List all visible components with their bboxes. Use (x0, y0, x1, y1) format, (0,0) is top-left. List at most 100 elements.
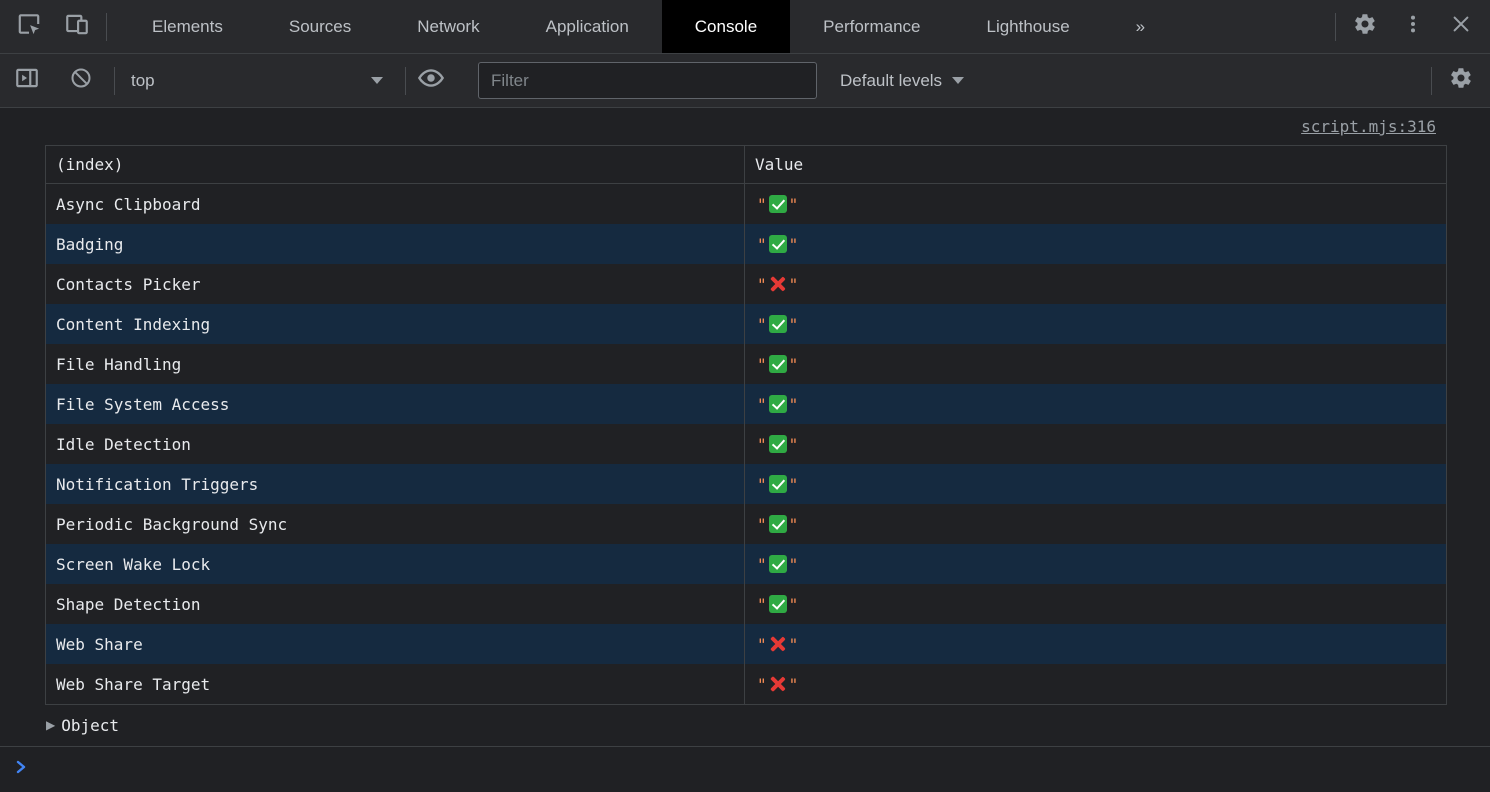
tab-lighthouse[interactable]: Lighthouse (953, 0, 1102, 53)
index-cell: Idle Detection (46, 424, 745, 464)
string-quote: " (757, 555, 767, 574)
clear-console-button[interactable] (64, 64, 98, 98)
index-cell: Badging (46, 224, 745, 264)
table-header-value[interactable]: Value (745, 146, 1446, 183)
value-cell: "" (745, 384, 1446, 424)
check-icon (769, 195, 787, 213)
index-cell: Notification Triggers (46, 464, 745, 504)
string-quote: " (789, 195, 799, 214)
tab-sources[interactable]: Sources (256, 0, 384, 53)
index-cell: Shape Detection (46, 584, 745, 624)
inspect-element-button[interactable] (12, 10, 46, 44)
value-cell: "" (745, 504, 1446, 544)
value-cell: "" (745, 264, 1446, 304)
gear-icon (1449, 66, 1473, 95)
tab-bar-right-controls (1323, 10, 1490, 44)
device-toolbar-icon (64, 11, 90, 42)
tab-application[interactable]: Application (513, 0, 662, 53)
check-icon (769, 435, 787, 453)
console-sidebar-toggle-button[interactable] (10, 64, 44, 98)
tab-network[interactable]: Network (384, 0, 512, 53)
log-levels-label: Default levels (840, 71, 942, 91)
console-messages: script.mjs:316 (index)Value Async Clipbo… (0, 108, 1490, 746)
string-quote: " (789, 235, 799, 254)
string-quote: " (757, 635, 767, 654)
string-quote: " (789, 595, 799, 614)
close-devtools-button[interactable] (1444, 10, 1478, 44)
table-row: Idle Detection"" (46, 424, 1446, 464)
string-quote: " (757, 515, 767, 534)
tab-strip: ElementsSourcesNetworkApplicationConsole… (119, 0, 1178, 53)
log-levels-dropdown[interactable]: Default levels (834, 71, 970, 91)
tab-performance[interactable]: Performance (790, 0, 953, 53)
more-options-button[interactable] (1396, 10, 1430, 44)
gear-icon (1353, 12, 1377, 41)
value-cell: "" (745, 304, 1446, 344)
string-quote: " (789, 435, 799, 454)
filter-input[interactable] (478, 62, 817, 99)
devtools-settings-button[interactable] (1348, 10, 1382, 44)
table-row: Shape Detection"" (46, 584, 1446, 624)
string-quote: " (789, 275, 799, 294)
check-icon (769, 515, 787, 533)
chevron-down-icon (371, 77, 383, 84)
value-cell: "" (745, 184, 1446, 224)
source-link[interactable]: script.mjs:316 (1301, 117, 1436, 136)
index-cell: File Handling (46, 344, 745, 384)
value-cell: "" (745, 344, 1446, 384)
live-expression-button[interactable] (414, 64, 448, 98)
index-cell: Screen Wake Lock (46, 544, 745, 584)
context-selector-dropdown[interactable]: top (121, 71, 397, 91)
string-quote: " (789, 475, 799, 494)
index-cell: File System Access (46, 384, 745, 424)
string-quote: " (757, 355, 767, 374)
string-quote: " (789, 315, 799, 334)
toggle-device-toolbar-button[interactable] (60, 10, 94, 44)
value-cell: "" (745, 624, 1446, 664)
object-label: Object (61, 716, 119, 735)
console-prompt[interactable] (0, 746, 1490, 792)
tab-console[interactable]: Console (662, 0, 790, 53)
index-cell: Content Indexing (46, 304, 745, 344)
check-icon (769, 595, 787, 613)
close-icon (1450, 13, 1472, 40)
string-quote: " (757, 275, 767, 294)
toolbar-separator (114, 67, 115, 95)
expand-triangle-icon[interactable]: ▶ (46, 718, 55, 732)
table-row: Notification Triggers"" (46, 464, 1446, 504)
string-quote: " (789, 395, 799, 414)
context-selector-label: top (131, 71, 155, 91)
check-icon (769, 235, 787, 253)
table-row: Periodic Background Sync"" (46, 504, 1446, 544)
tab-elements[interactable]: Elements (119, 0, 256, 53)
console-toolbar: top Default levels (0, 54, 1490, 108)
clear-console-icon (69, 66, 93, 95)
value-cell: "" (745, 664, 1446, 704)
inspect-cursor-icon (16, 11, 42, 42)
index-cell: Contacts Picker (46, 264, 745, 304)
more-tabs-chevron[interactable]: » (1103, 0, 1178, 53)
table-header-row: (index)Value (46, 146, 1446, 184)
table-row: Screen Wake Lock " " (46, 544, 1446, 584)
table-row: Async Clipboard"" (46, 184, 1446, 224)
value-cell: "" (745, 424, 1446, 464)
check-icon (769, 355, 787, 373)
toolbar-separator (1335, 13, 1336, 41)
table-header-index[interactable]: (index) (46, 146, 745, 183)
toolbar-separator (405, 67, 406, 95)
check-icon (769, 315, 787, 333)
string-quote: " (789, 635, 799, 654)
table-row: Content Indexing"" (46, 304, 1446, 344)
string-quote: " (789, 675, 799, 694)
console-settings-button[interactable] (1444, 64, 1478, 98)
string-quote: " (789, 555, 799, 574)
index-cell: Periodic Background Sync (46, 504, 745, 544)
kebab-menu-icon (1402, 13, 1424, 40)
table-row: Web Share Target"" (46, 664, 1446, 704)
console-toolbar-right (1419, 64, 1490, 98)
string-quote: " (757, 235, 767, 254)
object-preview[interactable]: ▶ Object (0, 705, 1490, 745)
table-row: Web Share"" (46, 624, 1446, 664)
eye-icon (417, 64, 445, 97)
cross-icon (769, 275, 787, 293)
